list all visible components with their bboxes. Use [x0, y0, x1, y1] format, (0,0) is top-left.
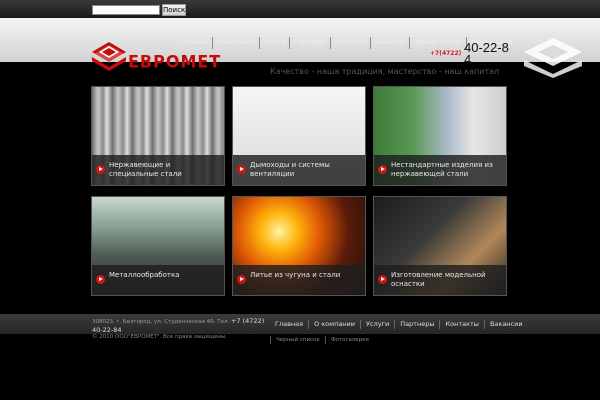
tile-pattern-tooling[interactable]: Изготовление модельной оснастки — [373, 196, 507, 296]
tile-caption: Дымоходы и системы вентиляции — [233, 155, 365, 185]
top-nav-services[interactable]: Услуги — [258, 37, 289, 49]
footer-address-text: 308023, г. Белгород, ул. Студенческая 40… — [92, 319, 230, 325]
tile-metalworking[interactable]: Металлообработка — [91, 196, 225, 296]
top-nav-contacts[interactable]: Контакты — [329, 37, 370, 49]
play-icon — [237, 165, 246, 174]
tile-label: Нержавеющие и специальные стали — [109, 161, 182, 178]
search-button[interactable]: Поиск — [162, 4, 186, 16]
footer-address: 308023, г. Белгород, ул. Студенческая 40… — [92, 317, 267, 335]
play-icon — [378, 165, 387, 174]
decorative-logo-icon — [524, 38, 582, 78]
tile-label: Металлообработка — [109, 271, 180, 279]
play-icon — [96, 165, 105, 174]
logo-text[interactable]: ЕВРОМЕТ — [128, 52, 221, 72]
footer-nav-gallery[interactable]: Фотогалерея — [324, 336, 374, 344]
footer-copyright: © 2010 ООО"ЕВРОМЕТ". Все права защищены. — [92, 334, 228, 340]
top-nav-home[interactable]: Главная — [178, 37, 212, 49]
tile-caption: Изготовление модельной оснастки — [374, 265, 506, 295]
logo-text-part2: МЕТ — [180, 51, 222, 72]
top-nav-blacklist[interactable]: Черный список — [408, 37, 466, 49]
search-input[interactable] — [92, 5, 160, 15]
footer-nav-home[interactable]: Главная — [270, 320, 308, 329]
tile-stainless-steel[interactable]: Нержавеющие и специальные стали — [91, 86, 225, 186]
footer-nav: Главная О компании Услуги Партнеры Конта… — [270, 320, 528, 329]
slogan: Качество - наша традиция, мастерство - н… — [270, 67, 500, 76]
tile-label: Литье из чугуна и стали — [250, 271, 341, 279]
tile-caption: Нержавеющие и специальные стали — [92, 155, 224, 185]
footer-nav-secondary: Черный список Фотогалерея — [270, 336, 374, 344]
footer-nav-vacancies[interactable]: Вакансии — [483, 320, 528, 329]
top-nav-vacancies[interactable]: Вакансии — [369, 37, 409, 49]
tile-label: Нестандартные изделия из нержавеющей ста… — [391, 161, 493, 178]
play-icon — [378, 275, 387, 284]
top-nav-partners[interactable]: Партнеры — [289, 37, 330, 49]
tile-caption: Литье из чугуна и стали — [233, 265, 365, 295]
footer-nav-partners[interactable]: Партнеры — [394, 320, 439, 329]
phone-number: 40-22-84 — [464, 40, 509, 67]
footer-nav-blacklist[interactable]: Черный список — [270, 336, 325, 344]
footer-nav-services[interactable]: Услуги — [360, 320, 394, 329]
play-icon — [237, 275, 246, 284]
play-icon — [96, 275, 105, 284]
phone-code: +7(4722) — [430, 50, 462, 57]
tile-chimneys[interactable]: Дымоходы и системы вентиляции — [232, 86, 366, 186]
tile-label: Дымоходы и системы вентиляции — [250, 161, 330, 178]
top-nav-about[interactable]: О компании — [211, 37, 259, 49]
tile-casting[interactable]: Литье из чугуна и стали — [232, 196, 366, 296]
tile-label: Изготовление модельной оснастки — [391, 271, 486, 288]
tile-custom-products[interactable]: Нестандартные изделия из нержавеющей ста… — [373, 86, 507, 186]
footer-nav-about[interactable]: О компании — [308, 320, 360, 329]
logo-text-part1: ЕВРО — [128, 51, 181, 72]
logo-mark-icon[interactable] — [90, 40, 128, 72]
footer-nav-contacts[interactable]: Контакты — [439, 320, 483, 329]
top-bar: Поиск — [0, 0, 600, 18]
tile-caption: Нестандартные изделия из нержавеющей ста… — [374, 155, 506, 185]
tile-caption: Металлообработка — [92, 265, 224, 295]
